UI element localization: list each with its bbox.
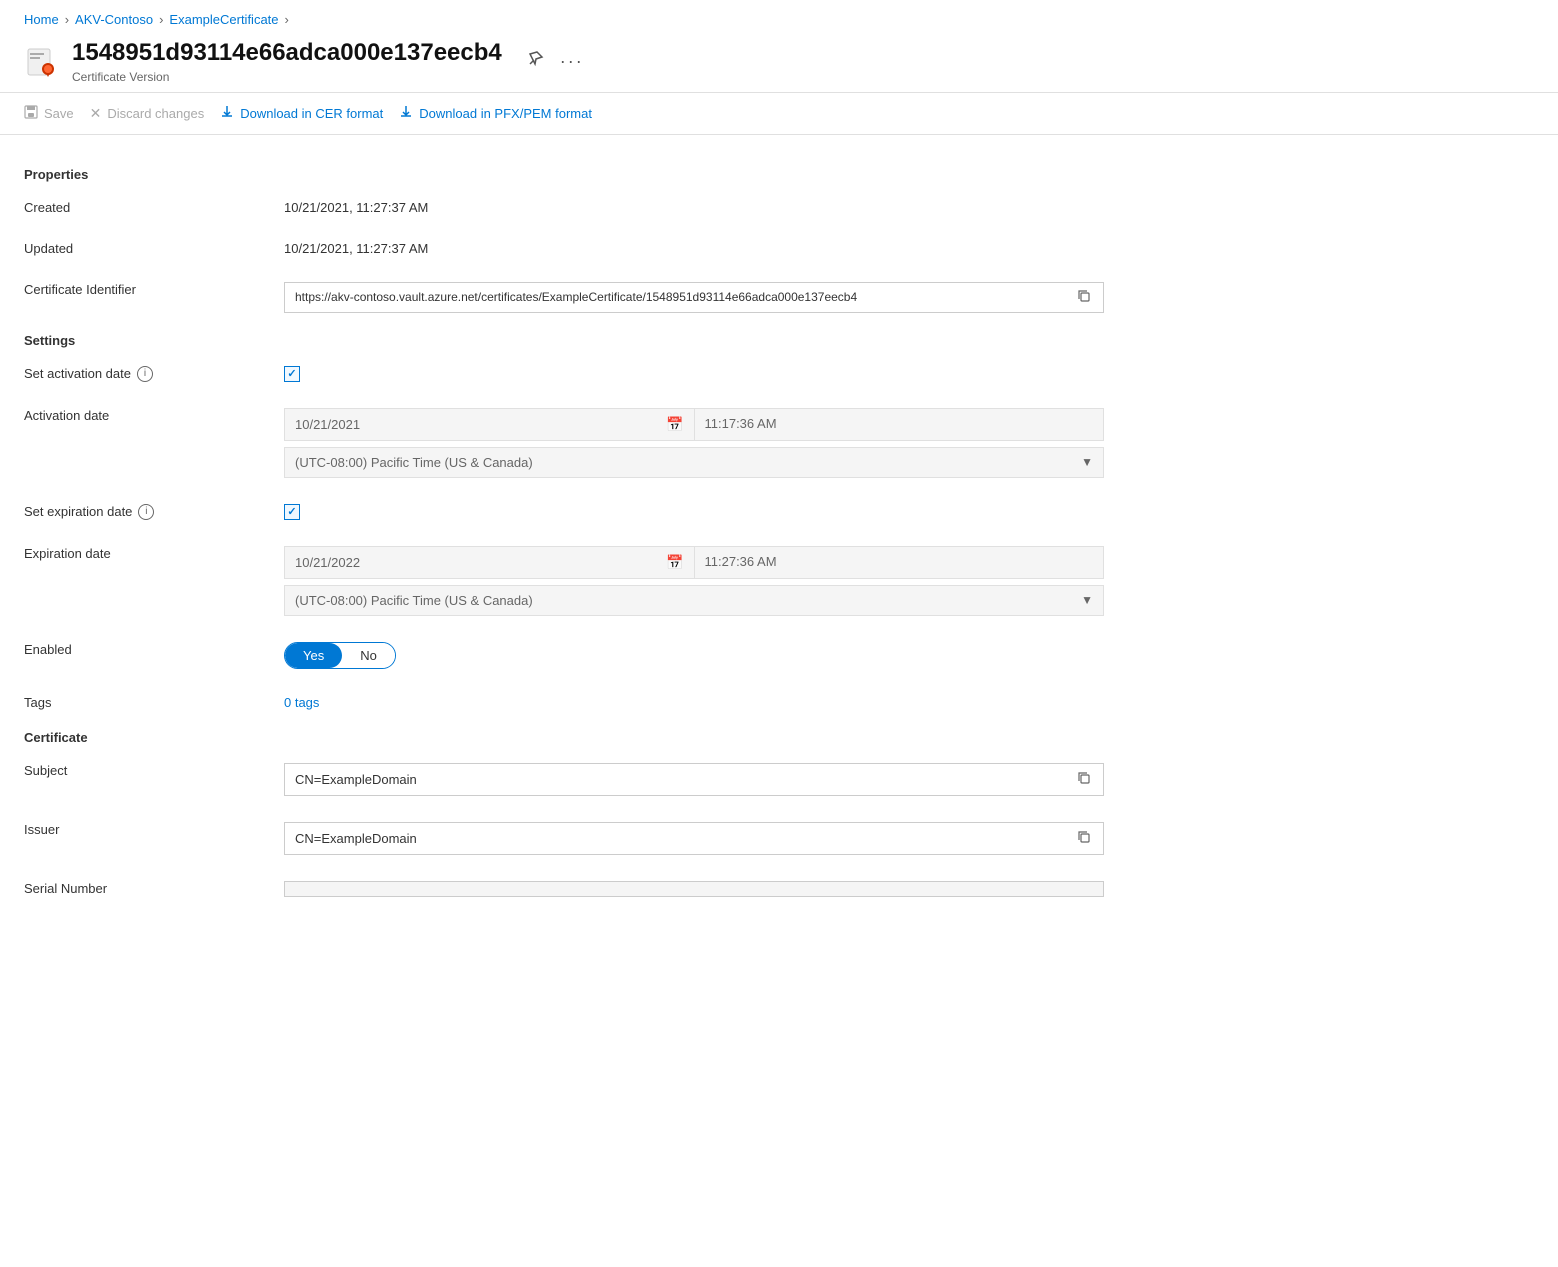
- discard-label: Discard changes: [107, 106, 204, 121]
- save-label: Save: [44, 106, 74, 121]
- page-title: 1548951d93114e66adca000e137eecb4: [72, 39, 502, 68]
- discard-button[interactable]: ✕ Discard changes: [90, 101, 205, 126]
- page-subtitle: Certificate Version: [72, 70, 502, 84]
- identifier-text: https://akv-contoso.vault.azure.net/cert…: [295, 290, 1075, 304]
- download-cer-button[interactable]: Download in CER format: [220, 101, 383, 126]
- identifier-label: Certificate Identifier: [24, 276, 284, 297]
- created-value: 10/21/2021, 11:27:37 AM: [284, 194, 1176, 215]
- certificate-icon: [24, 43, 60, 79]
- page-title-block: 1548951d93114e66adca000e137eecb4 Certifi…: [72, 39, 502, 84]
- expiration-date-time-row: 10/21/2022 📅 11:27:36 AM: [284, 546, 1104, 579]
- expiration-calendar-icon: 📅: [666, 554, 683, 571]
- activation-date-value: 10/21/2021 📅 11:17:36 AM (UTC-08:00) Pac…: [284, 402, 1176, 478]
- properties-section-title: Properties: [24, 167, 1176, 182]
- subject-copy-button[interactable]: [1075, 771, 1093, 788]
- set-activation-row: Set activation date i ✓: [24, 360, 1176, 382]
- activation-checkbox-container: ✓: [284, 366, 1176, 382]
- set-expiration-label: Set expiration date i: [24, 498, 284, 520]
- more-button[interactable]: ···: [556, 47, 588, 76]
- activation-time-input[interactable]: 11:17:36 AM: [695, 408, 1105, 441]
- toolbar: Save ✕ Discard changes Download in CER f…: [0, 92, 1558, 135]
- serial-field: [284, 881, 1104, 897]
- expiration-chevron-down-icon: ▼: [1081, 593, 1093, 607]
- enabled-toggle: Yes No: [284, 636, 1176, 669]
- activation-date-field: 10/21/2021 📅 11:17:36 AM (UTC-08:00) Pac…: [284, 408, 1104, 478]
- enabled-no-button[interactable]: No: [342, 643, 395, 668]
- download-pfx-button[interactable]: Download in PFX/PEM format: [399, 101, 592, 126]
- serial-row: Serial Number: [24, 875, 1176, 897]
- activation-checkbox[interactable]: ✓: [284, 366, 300, 382]
- issuer-text: CN=ExampleDomain: [295, 831, 1067, 846]
- activation-date-input[interactable]: 10/21/2021 📅: [284, 408, 695, 441]
- subject-row: Subject CN=ExampleDomain: [24, 757, 1176, 796]
- expiration-time-input[interactable]: 11:27:36 AM: [695, 546, 1105, 579]
- certificate-section-title: Certificate: [24, 730, 1176, 745]
- calendar-icon: 📅: [666, 416, 683, 433]
- set-expiration-row: Set expiration date i ✓: [24, 498, 1176, 520]
- expiration-date-label: Expiration date: [24, 540, 284, 561]
- set-activation-value: ✓: [284, 360, 1176, 382]
- tags-row: Tags 0 tags: [24, 689, 1176, 710]
- breadcrumb-cert[interactable]: ExampleCertificate: [169, 12, 278, 27]
- issuer-row: Issuer CN=ExampleDomain: [24, 816, 1176, 855]
- expiration-checkbox[interactable]: ✓: [284, 504, 300, 520]
- subject-text: CN=ExampleDomain: [295, 772, 1067, 787]
- expiration-info-icon: i: [138, 504, 154, 520]
- updated-label: Updated: [24, 235, 284, 256]
- set-expiration-value: ✓: [284, 498, 1176, 520]
- discard-icon: ✕: [90, 105, 102, 122]
- subject-label: Subject: [24, 757, 284, 778]
- subject-field: CN=ExampleDomain: [284, 763, 1104, 796]
- identifier-field: https://akv-contoso.vault.azure.net/cert…: [284, 282, 1104, 313]
- serial-value: [284, 875, 1176, 897]
- expiration-date-field: 10/21/2022 📅 11:27:36 AM (UTC-08:00) Pac…: [284, 546, 1104, 616]
- expiration-checkbox-container: ✓: [284, 504, 1176, 520]
- tags-value: 0 tags: [284, 689, 1176, 710]
- activation-date-row: Activation date 10/21/2021 📅 11:17:36 AM…: [24, 402, 1176, 478]
- subject-value: CN=ExampleDomain: [284, 757, 1176, 796]
- enabled-yes-button[interactable]: Yes: [285, 643, 342, 668]
- activation-info-icon: i: [137, 366, 153, 382]
- page-header: 1548951d93114e66adca000e137eecb4 Certifi…: [0, 35, 1558, 92]
- identifier-value: https://akv-contoso.vault.azure.net/cert…: [284, 276, 1176, 313]
- issuer-label: Issuer: [24, 816, 284, 837]
- breadcrumb-home[interactable]: Home: [24, 12, 59, 27]
- issuer-value: CN=ExampleDomain: [284, 816, 1176, 855]
- created-row: Created 10/21/2021, 11:27:37 AM: [24, 194, 1176, 215]
- activation-date-label: Activation date: [24, 402, 284, 423]
- updated-row: Updated 10/21/2021, 11:27:37 AM: [24, 235, 1176, 256]
- expiration-date-value: 10/21/2022 📅 11:27:36 AM (UTC-08:00) Pac…: [284, 540, 1176, 616]
- tags-label: Tags: [24, 689, 284, 710]
- tags-link[interactable]: 0 tags: [284, 695, 319, 710]
- activation-date-time-row: 10/21/2021 📅 11:17:36 AM: [284, 408, 1104, 441]
- header-actions: ···: [522, 46, 588, 77]
- settings-section-title: Settings: [24, 333, 1176, 348]
- expiration-date-row: Expiration date 10/21/2022 📅 11:27:36 AM…: [24, 540, 1176, 616]
- save-button[interactable]: Save: [24, 101, 74, 126]
- created-label: Created: [24, 194, 284, 215]
- download-pfx-icon: [399, 105, 413, 122]
- enabled-row: Enabled Yes No: [24, 636, 1176, 669]
- pin-button[interactable]: [522, 46, 548, 77]
- save-icon: [24, 105, 38, 122]
- download-pfx-label: Download in PFX/PEM format: [419, 106, 592, 121]
- issuer-copy-button[interactable]: [1075, 830, 1093, 847]
- download-cer-label: Download in CER format: [240, 106, 383, 121]
- activation-timezone-select[interactable]: (UTC-08:00) Pacific Time (US & Canada) ▼: [284, 447, 1104, 478]
- identifier-copy-button[interactable]: [1075, 289, 1093, 306]
- breadcrumb: Home › AKV-Contoso › ExampleCertificate …: [0, 0, 1558, 35]
- issuer-field: CN=ExampleDomain: [284, 822, 1104, 855]
- expiration-date-input[interactable]: 10/21/2022 📅: [284, 546, 695, 579]
- set-activation-label: Set activation date i: [24, 360, 284, 382]
- download-cer-icon: [220, 105, 234, 122]
- updated-value: 10/21/2021, 11:27:37 AM: [284, 235, 1176, 256]
- enabled-toggle-group: Yes No: [284, 642, 396, 669]
- enabled-label: Enabled: [24, 636, 284, 657]
- chevron-down-icon: ▼: [1081, 455, 1093, 469]
- breadcrumb-akv[interactable]: AKV-Contoso: [75, 12, 153, 27]
- identifier-row: Certificate Identifier https://akv-conto…: [24, 276, 1176, 313]
- content-area: Properties Created 10/21/2021, 11:27:37 …: [0, 135, 1200, 941]
- expiration-timezone-select[interactable]: (UTC-08:00) Pacific Time (US & Canada) ▼: [284, 585, 1104, 616]
- serial-label: Serial Number: [24, 875, 284, 896]
